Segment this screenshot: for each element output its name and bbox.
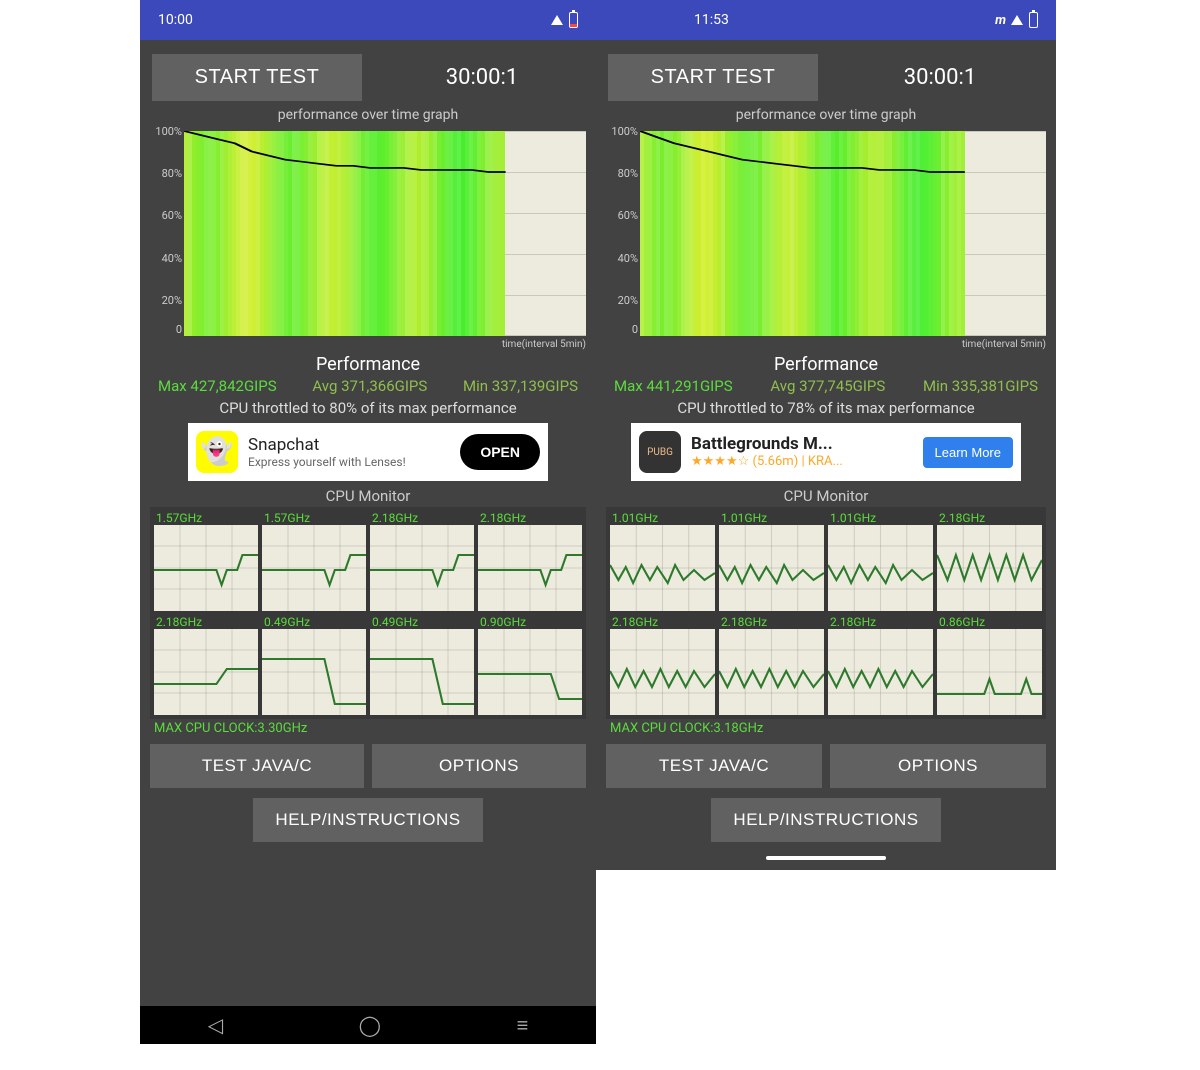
back-icon[interactable]: ◁	[208, 1013, 223, 1037]
options-button[interactable]: OPTIONS	[830, 744, 1046, 788]
cpu-core-2: 1.01GHz	[828, 511, 933, 611]
x-axis-label: time(interval 5min)	[502, 339, 586, 350]
timer-display: 30:00:1	[836, 65, 1044, 90]
cpu-monitor-title: CPU Monitor	[606, 487, 1046, 505]
perf-max: Max 427,842GIPS	[158, 377, 277, 395]
ad-app-icon: PUBG	[639, 431, 681, 473]
nav-bar: ◁ ◯ ≡	[140, 1006, 596, 1044]
cpu-core-0: 1.57GHz	[154, 511, 258, 611]
perf-min: Min 337,139GIPS	[463, 377, 578, 395]
cpu-core-4: 2.18GHz	[154, 615, 258, 715]
test-java-button[interactable]: TEST JAVA/C	[150, 744, 364, 788]
perf-max: Max 441,291GIPS	[614, 377, 733, 395]
perf-avg: Avg 371,366GIPS	[312, 377, 427, 395]
graph-title: performance over time graph	[606, 107, 1046, 123]
phone-right: 11:53 m START TEST 30:00:1 performance o…	[596, 0, 1056, 870]
ad-app-icon: 👻	[196, 431, 238, 473]
ad-title: Snapchat	[248, 435, 450, 455]
cpu-core-7: 0.86GHz	[937, 615, 1042, 715]
recents-icon[interactable]: ≡	[517, 1013, 529, 1038]
cpu-core-3: 2.18GHz	[478, 511, 582, 611]
cpu-core-1: 1.57GHz	[262, 511, 366, 611]
cpu-core-5: 2.18GHz	[719, 615, 824, 715]
cpu-grid: 1.01GHz 1.01GHz 1.01GHz 2.18GHz 2.18GHz …	[606, 507, 1046, 719]
cpu-core-2: 2.18GHz	[370, 511, 474, 611]
phone-left: 10:00 START TEST 30:00:1 performance ove…	[140, 0, 596, 1044]
help-button[interactable]: HELP/INSTRUCTIONS	[711, 798, 940, 842]
help-button[interactable]: HELP/INSTRUCTIONS	[253, 798, 482, 842]
perf-avg: Avg 377,745GIPS	[770, 377, 885, 395]
home-icon[interactable]: ◯	[359, 1013, 381, 1037]
performance-graph: 100% 80% 60% 40% 20% 0 time(interval 5mi…	[150, 125, 586, 350]
throttle-text: CPU throttled to 78% of its max performa…	[606, 399, 1046, 417]
status-time: 11:53	[694, 12, 729, 28]
ad-cta-button[interactable]: OPEN	[460, 434, 540, 470]
max-cpu-clock: MAX CPU CLOCK:3.18GHz	[606, 719, 1046, 738]
ad-subtitle: Express yourself with Lenses!	[248, 455, 450, 469]
max-cpu-clock: MAX CPU CLOCK:3.30GHz	[150, 719, 586, 738]
cpu-core-0: 1.01GHz	[610, 511, 715, 611]
performance-stats: Max 441,291GIPS Avg 377,745GIPS Min 335,…	[606, 375, 1046, 397]
signal-icon: m	[995, 13, 1005, 28]
ad-banner[interactable]: PUBG Battlegrounds M... ★★★★☆ (5.66m) | …	[631, 423, 1021, 481]
gesture-bar[interactable]	[596, 846, 1056, 870]
cpu-monitor-title: CPU Monitor	[150, 487, 586, 505]
status-bar: 10:00	[140, 0, 596, 40]
perf-min: Min 335,381GIPS	[923, 377, 1038, 395]
performance-title: Performance	[606, 354, 1046, 375]
cpu-grid: 1.57GHz 1.57GHz 2.18GHz 2.18GHz 2.18GHz …	[150, 507, 586, 719]
cpu-core-4: 2.18GHz	[610, 615, 715, 715]
ad-banner[interactable]: 👻 Snapchat Express yourself with Lenses!…	[188, 423, 548, 481]
cpu-core-1: 1.01GHz	[719, 511, 824, 611]
timer-display: 30:00:1	[380, 65, 584, 90]
start-test-button[interactable]: START TEST	[608, 54, 818, 101]
status-bar: 11:53 m	[596, 0, 1056, 40]
cpu-core-6: 2.18GHz	[828, 615, 933, 715]
cpu-core-7: 0.90GHz	[478, 615, 582, 715]
performance-title: Performance	[150, 354, 586, 375]
throttle-text: CPU throttled to 80% of its max performa…	[150, 399, 586, 417]
ad-rating: ★★★★☆ (5.66m) | KRA...	[691, 454, 913, 470]
cpu-core-6: 0.49GHz	[370, 615, 474, 715]
status-time: 10:00	[158, 12, 193, 28]
ad-cta-button[interactable]: Learn More	[923, 437, 1013, 468]
x-axis-label: time(interval 5min)	[962, 339, 1046, 350]
graph-title: performance over time graph	[150, 107, 586, 123]
start-test-button[interactable]: START TEST	[152, 54, 362, 101]
cpu-core-3: 2.18GHz	[937, 511, 1042, 611]
wifi-icon	[551, 15, 563, 25]
ad-title: Battlegrounds M...	[691, 434, 913, 454]
test-java-button[interactable]: TEST JAVA/C	[606, 744, 822, 788]
options-button[interactable]: OPTIONS	[372, 744, 586, 788]
performance-stats: Max 427,842GIPS Avg 371,366GIPS Min 337,…	[150, 375, 586, 397]
battery-icon	[1029, 12, 1038, 28]
performance-graph: 100% 80% 60% 40% 20% 0 time(interval 5mi…	[606, 125, 1046, 350]
wifi-icon	[1011, 15, 1023, 25]
cpu-core-5: 0.49GHz	[262, 615, 366, 715]
battery-icon	[569, 12, 578, 28]
